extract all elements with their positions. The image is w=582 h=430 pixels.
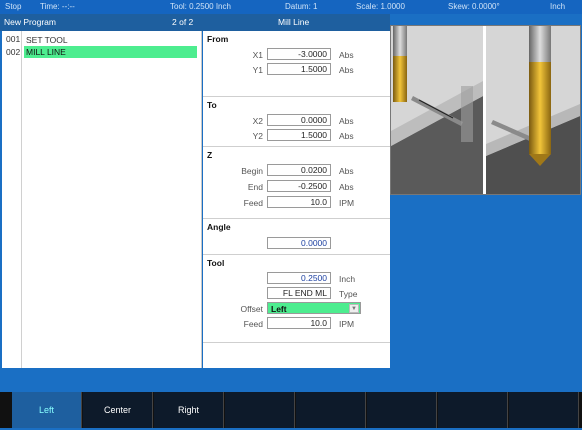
y1-field[interactable]: 1.5000	[267, 63, 331, 75]
skew-readout: Skew: 0.0000°	[448, 2, 500, 11]
z-heading: Z	[207, 150, 213, 160]
z-begin-label: Begin	[241, 166, 263, 176]
machine-state: Stop	[5, 2, 22, 11]
mill-line-illustration	[390, 25, 581, 195]
tool-type-unit: Type	[339, 289, 358, 299]
softkey-8[interactable]	[509, 392, 579, 428]
from-section: From X1 -3.0000 Abs Y1 1.5000 Abs	[203, 31, 390, 97]
tool-readout: Tool: 0.2500 Inch	[170, 2, 231, 11]
angle-field[interactable]: 0.0000	[267, 237, 331, 249]
z-end-label: End	[247, 182, 263, 192]
to-section: To X2 0.0000 Abs Y2 1.5000 Abs	[203, 97, 390, 147]
z-end-field[interactable]: -0.2500	[267, 180, 331, 192]
step-number: 001	[6, 34, 21, 44]
x2-unit: Abs	[339, 116, 354, 126]
x2-field[interactable]: 0.0000	[267, 114, 331, 126]
offset-label: Offset	[240, 304, 263, 314]
z-feed-field[interactable]: 10.0	[267, 196, 331, 208]
z-end-unit: Abs	[339, 182, 354, 192]
softkey-bar: Left Center Right	[0, 392, 582, 428]
y2-label: Y2	[252, 131, 263, 141]
program-list: 001 SET TOOL 002 MILL LINE	[2, 31, 202, 368]
tool-feed-label: Feed	[243, 319, 263, 329]
x1-label: X1	[252, 50, 263, 60]
chevron-down-icon: ▼	[349, 304, 359, 313]
softkey-4[interactable]	[225, 392, 295, 428]
program-step-mill-line[interactable]: MILL LINE	[24, 46, 197, 58]
softkey-left[interactable]: Left	[12, 392, 82, 428]
z-feed-unit: IPM	[339, 198, 355, 208]
softkey-5[interactable]	[296, 392, 366, 428]
tool-diameter-field[interactable]: 0.2500	[267, 272, 331, 284]
offset-dropdown[interactable]: Left ▼	[267, 302, 361, 314]
offset-value: Left	[271, 304, 287, 314]
tool-section: Tool 0.2500 Inch FL END ML Type Offset L…	[203, 255, 390, 343]
softkey-right[interactable]: Right	[154, 392, 224, 428]
tool-feed-field[interactable]: 10.0	[267, 317, 331, 329]
y1-unit: Abs	[339, 65, 354, 75]
program-title-bar: New Program 2 of 2 Mill Line	[0, 14, 390, 31]
y1-label: Y1	[252, 65, 263, 75]
z-feed-label: Feed	[243, 198, 263, 208]
x2-label: X2	[252, 116, 263, 126]
tool-heading: Tool	[207, 258, 225, 268]
to-heading: To	[207, 100, 217, 110]
y2-unit: Abs	[339, 131, 354, 141]
angle-heading: Angle	[207, 222, 231, 232]
mill-line-form: From X1 -3.0000 Abs Y1 1.5000 Abs To X2 …	[203, 31, 390, 368]
from-heading: From	[207, 34, 229, 44]
scale-readout: Scale: 1.0000	[356, 2, 405, 11]
datum-readout: Datum: 1	[285, 2, 318, 11]
status-bar: Stop Time: --:-- Tool: 0.2500 Inch Datum…	[0, 0, 582, 14]
page-indicator: 2 of 2	[172, 17, 194, 27]
softkey-6[interactable]	[367, 392, 437, 428]
softkey-7[interactable]	[438, 392, 508, 428]
z-section: Z Begin 0.0200 Abs End -0.2500 Abs Feed …	[203, 147, 390, 219]
y2-field[interactable]: 1.5000	[267, 129, 331, 141]
angle-section: Angle 0.0000	[203, 219, 390, 255]
tool-feed-unit: IPM	[339, 319, 355, 329]
units-readout: Inch	[550, 2, 566, 11]
z-begin-unit: Abs	[339, 166, 354, 176]
program-name: New Program	[4, 17, 56, 27]
cutter-preview-image	[391, 26, 580, 194]
x1-field[interactable]: -3.0000	[267, 48, 331, 60]
x1-unit: Abs	[339, 50, 354, 60]
program-step-set-tool[interactable]: SET TOOL	[26, 34, 68, 46]
step-number-column	[2, 31, 22, 368]
tool-type-field[interactable]: FL END ML	[267, 287, 331, 299]
step-number: 002	[6, 47, 21, 57]
tool-diameter-unit: Inch	[339, 274, 356, 284]
step-title: Mill Line	[278, 17, 310, 27]
time-readout: Time: --:--	[40, 2, 75, 11]
softkey-center[interactable]: Center	[83, 392, 153, 428]
z-begin-field[interactable]: 0.0200	[267, 164, 331, 176]
